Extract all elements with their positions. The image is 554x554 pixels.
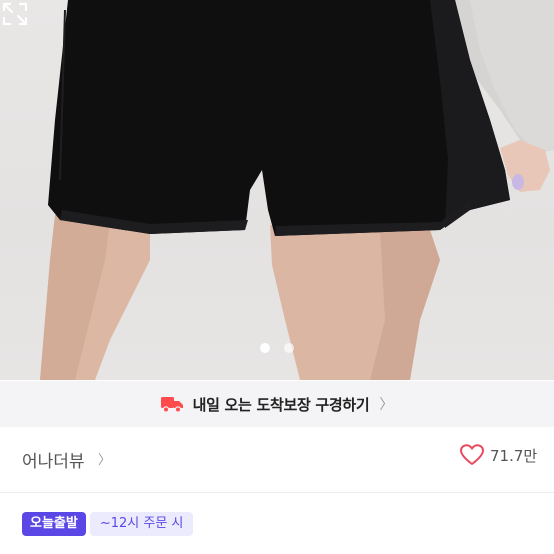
delivery-guarantee-banner[interactable]: 내일 오는 도착보장 구경하기 〉	[0, 381, 554, 427]
like-count: 71.7만	[490, 446, 538, 465]
page-dot[interactable]	[284, 343, 294, 353]
truck-icon	[160, 397, 183, 413]
today-shipping-badge: 오늘출발	[22, 512, 86, 536]
like-button[interactable]: 71.7만	[460, 444, 537, 466]
order-cutoff-badge: ~12시 주문 시	[89, 512, 194, 536]
delivery-banner-text: 내일 오는 도착보장 구경하기	[192, 395, 370, 414]
expand-icon[interactable]	[0, 0, 30, 28]
image-page-indicator	[0, 343, 554, 355]
shipping-badges: 오늘출발 ~12시 주문 시	[22, 512, 194, 536]
product-photo	[40, 0, 554, 380]
chevron-right-icon: 〉	[379, 397, 394, 413]
seller-name-link[interactable]: 어나더뷰	[22, 447, 85, 472]
seller-row: 어나더뷰 〉 71.7만	[0, 427, 554, 493]
chevron-right-icon[interactable]: 〉	[98, 449, 111, 468]
page-dot-active[interactable]	[260, 343, 270, 353]
heart-outline-icon[interactable]	[460, 444, 484, 466]
product-image[interactable]	[0, 0, 554, 380]
